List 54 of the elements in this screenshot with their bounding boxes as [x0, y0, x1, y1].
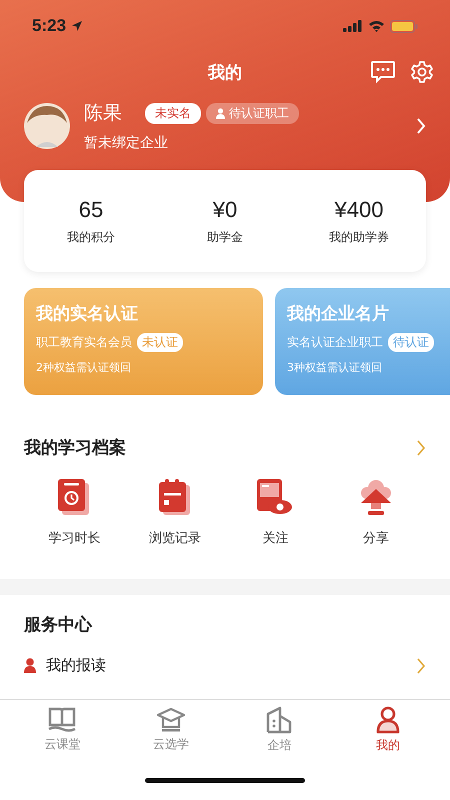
page-title: 我的 [208, 62, 242, 84]
tab[interactable]: 我的 [334, 700, 442, 760]
card-note: 3种权益需认证领回 [287, 360, 383, 375]
chevron-right-icon[interactable] [416, 438, 426, 456]
verification-card[interactable]: 我的企业名片 实名认证企业职工 待认证 3种权益需认证领回 [275, 288, 450, 395]
document-eye-icon [257, 479, 294, 515]
location-arrow-icon [71, 20, 84, 32]
tab[interactable]: 云课堂 [8, 700, 116, 760]
message-icon[interactable] [370, 60, 396, 84]
archive-label: 分享 [362, 530, 389, 547]
stat-value: ¥400 [334, 196, 384, 222]
stat-value: ¥0 [212, 196, 238, 222]
archive-label: 关注 [262, 530, 288, 547]
tab[interactable]: 企培 [225, 700, 334, 760]
archive-item[interactable]: 分享 [326, 479, 426, 569]
card-title: 我的实名认证 [36, 303, 139, 325]
clock-book-icon [58, 479, 90, 515]
status-badge: 待认证 [388, 333, 434, 352]
signal-icon [343, 20, 363, 32]
archive-item[interactable]: 学习时长 [24, 479, 124, 569]
section-title: 服务中心 [24, 614, 94, 636]
card-text: 职工教育实名会员 [36, 334, 132, 351]
status-badge: 未认证 [137, 333, 183, 352]
stat-label: 我的助学券 [329, 228, 389, 246]
archive-label: 浏览记录 [148, 530, 201, 547]
person-icon [376, 706, 400, 734]
person-icon [24, 658, 36, 673]
company-status: 暂未绑定企业 [84, 134, 169, 152]
archive-item[interactable]: 关注 [225, 479, 326, 569]
graduation-cap-icon [156, 707, 186, 733]
book-icon [48, 707, 76, 733]
notepad-icon [158, 479, 191, 515]
card-title: 我的企业名片 [287, 303, 390, 325]
service-item[interactable]: 我的报读 [24, 656, 426, 675]
card-text: 实名认证企业职工 [287, 334, 383, 351]
tab[interactable]: 云选学 [116, 700, 225, 760]
archive-item[interactable]: 浏览记录 [124, 479, 225, 569]
stat-label: 助学金 [207, 228, 243, 246]
person-icon [216, 108, 225, 118]
section-title: 我的学习档案 [24, 437, 126, 459]
avatar[interactable] [24, 103, 70, 149]
archive-label: 学习时长 [48, 530, 100, 547]
building-icon [266, 706, 292, 734]
stat-value: 65 [78, 196, 104, 222]
wifi-icon [368, 20, 385, 32]
card-note: 2种权益需认证领回 [36, 360, 132, 375]
status-time: 5:23 [32, 16, 66, 36]
stat-label: 我的积分 [67, 228, 115, 246]
status-badge: 未实名 [145, 102, 201, 124]
chevron-right-icon [416, 656, 426, 674]
status-badge: 待认证职工 [206, 102, 299, 124]
battery-icon [390, 20, 418, 32]
user-name: 陈果 [84, 101, 122, 126]
settings-icon[interactable] [410, 60, 434, 84]
